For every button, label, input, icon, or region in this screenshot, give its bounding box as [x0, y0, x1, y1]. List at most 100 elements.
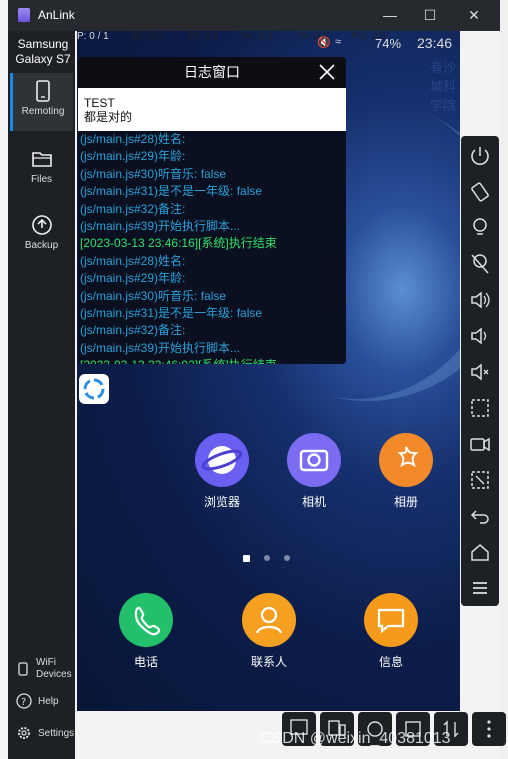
mute-icon[interactable] [466, 358, 494, 386]
wifi-devices-label-line1: WiFi [36, 657, 56, 668]
floating-app-icon[interactable] [79, 374, 109, 404]
log-line: (js/main.js#28)姓名: [80, 132, 186, 146]
app-gallery[interactable]: 相册 [371, 433, 441, 510]
screenshot-region-icon[interactable] [466, 394, 494, 422]
status-bar: 🔇 ≈ 74% 23:46 [77, 31, 460, 51]
help-label: Help [38, 695, 59, 707]
background-strip-left [0, 0, 8, 759]
sidebar-item-files[interactable]: Files [10, 141, 73, 199]
close-icon[interactable] [316, 61, 338, 83]
toast-message: TEST 都是对的 [78, 88, 346, 131]
app-label: 信息 [378, 655, 403, 669]
phone-call-icon [119, 593, 173, 647]
toast-line2: 都是对的 [84, 110, 133, 124]
log-line: (js/main.js#39)开始执行脚本... [80, 219, 241, 234]
log-line: (js/main.js#30)听音乐: false [80, 166, 227, 181]
app-camera[interactable]: 相机 [279, 433, 349, 510]
log-line: [2023-03-13 23:46:16][系统]执行结束 [80, 236, 277, 251]
app-label: 相册 [393, 495, 418, 509]
toast-line1: TEST [84, 96, 115, 110]
close-button[interactable]: ✕ [460, 4, 488, 26]
sidebar: Samsung Galaxy S7 Remoting Files Backup … [8, 31, 75, 759]
svg-text:?: ? [21, 697, 26, 708]
menu-icon[interactable] [466, 574, 494, 602]
phone-icon [36, 80, 50, 102]
log-line: [2023-03-13 23:46:02][系统]执行结束 [80, 357, 346, 364]
log-line: (js/main.js#32)备注: [80, 323, 186, 338]
volume-down-icon[interactable] [466, 322, 494, 350]
sidebar-item-label: Remoting [21, 106, 65, 117]
crop-icon[interactable] [466, 466, 494, 494]
log-line: (js/main.js#29)年龄: [80, 149, 186, 164]
sidebar-item-remoting[interactable]: Remoting [10, 73, 73, 131]
gallery-icon [379, 433, 433, 487]
page-dot [264, 555, 270, 561]
page-indicator [243, 555, 290, 562]
app-label: 相机 [301, 495, 326, 509]
device-name-line1: Samsung [17, 37, 69, 51]
wifi-devices-label-line2: Devices [36, 669, 72, 680]
app-messages[interactable]: 信息 [356, 593, 426, 670]
sidebar-item-settings[interactable]: Settings [16, 725, 74, 741]
device-name-line2: Galaxy S7 [15, 52, 71, 66]
more-vertical-icon [487, 720, 491, 738]
app-browser[interactable]: 浏览器 [187, 433, 257, 510]
app-contacts[interactable]: 联系人 [234, 593, 304, 670]
backup-icon [31, 215, 52, 235]
rotate-screen-icon[interactable] [466, 178, 494, 206]
minimize-button[interactable]: — [376, 4, 404, 26]
phone-screen[interactable]: P: 0 / 1 dX: 0.0 dY: 0.0 Xv: 0.0 Yv: 0.0… [77, 31, 460, 711]
anlink-logo-icon [18, 8, 30, 22]
battery-level: 74% [375, 36, 402, 51]
log-line: (js/main.js#30)听音乐: false [80, 288, 227, 303]
autojs-icon [83, 378, 105, 400]
help-icon: ? [16, 693, 32, 709]
background-strip-right [500, 0, 508, 759]
app-phone[interactable]: 电话 [111, 593, 181, 670]
device-name: Samsung Galaxy S7 [8, 37, 78, 67]
page-dot [284, 555, 290, 561]
folder-icon [31, 152, 52, 167]
log-lines: (js/main.js#28)姓名: (js/main.js#29)年龄: (js/… [80, 131, 346, 364]
home-icon[interactable] [466, 538, 494, 566]
log-line: (js/main.js#29)年龄: [80, 271, 186, 286]
mute-icon: 🔇 [317, 37, 331, 49]
anlink-window: AnLink — ☐ ✕ Samsung Galaxy S7 Remoting … [0, 0, 508, 759]
clock: 23:46 [417, 35, 453, 51]
log-window-title: 日志窗口 [78, 57, 346, 88]
log-line: (js/main.js#31)是不是一年级: false [80, 184, 263, 199]
lightbulb-icon[interactable] [466, 214, 494, 242]
volume-up-icon[interactable] [466, 286, 494, 314]
app-label: 浏览器 [203, 495, 240, 509]
log-window[interactable]: 日志窗口 TEST 都是对的 (js/main.js#28)姓名: (js/mai… [78, 57, 346, 364]
sidebar-item-wifi-devices[interactable]: WiFi Devices [16, 657, 72, 681]
messages-icon [364, 593, 418, 647]
watermark-top: 有沙城科学院 [430, 60, 457, 113]
back-icon[interactable] [466, 502, 494, 530]
app-label: 电话 [133, 655, 158, 669]
sidebar-item-help[interactable]: ? Help [16, 693, 59, 709]
log-line: (js/main.js#28)姓名: [80, 253, 186, 268]
sidebar-item-label: Files [30, 174, 53, 185]
home-page-dot [243, 555, 250, 562]
screen-off-icon[interactable] [466, 250, 494, 278]
camera-icon [287, 433, 341, 487]
contacts-icon [242, 593, 296, 647]
power-icon[interactable] [466, 142, 494, 170]
more-button[interactable] [472, 712, 506, 746]
browser-icon [195, 433, 249, 487]
app-label: 联系人 [250, 655, 287, 669]
window-title: AnLink [38, 8, 75, 22]
settings-label: Settings [38, 727, 75, 739]
gear-icon [18, 727, 30, 739]
record-video-icon[interactable] [466, 430, 494, 458]
sidebar-item-backup[interactable]: Backup [10, 207, 73, 265]
log-line: (js/main.js#39)开始执行脚本... [80, 340, 241, 355]
sidebar-item-label: Backup [24, 240, 59, 251]
watermark: CSDN @weixin_40381013 [260, 730, 451, 747]
maximize-button[interactable]: ☐ [416, 4, 444, 26]
log-line: (js/main.js#31)是不是一年级: false [80, 306, 263, 321]
title-bar: AnLink — ☐ ✕ [8, 0, 500, 31]
log-line: (js/main.js#32)备注: [80, 201, 186, 216]
wifi-icon: ≈ [335, 36, 342, 48]
